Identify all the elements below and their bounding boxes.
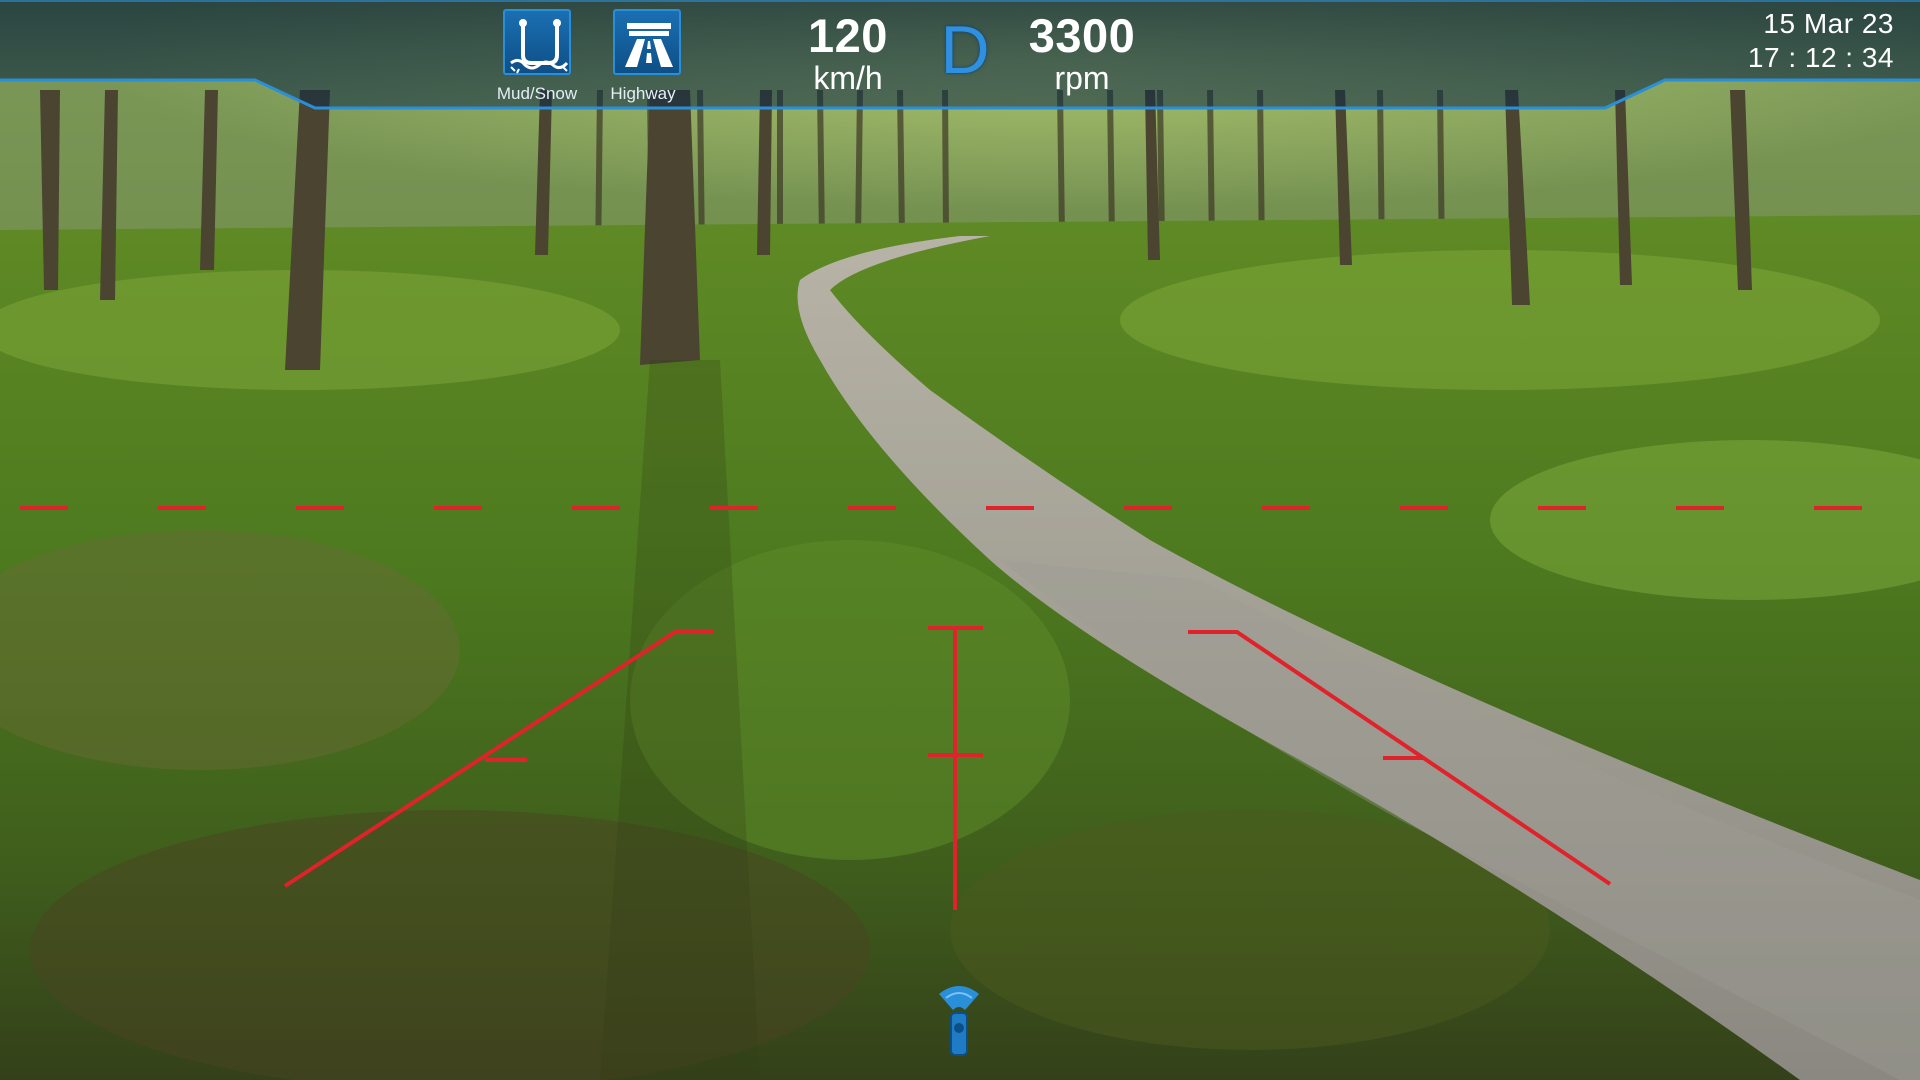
mud-snow-mode-button[interactable] <box>503 9 571 75</box>
highway-icon <box>625 23 673 67</box>
status-hud: Mud/Snow Highway 120 km/h D 3300 rpm 15 … <box>0 0 1920 112</box>
speed-unit: km/h <box>813 60 883 96</box>
highway-mode-button[interactable] <box>613 9 681 75</box>
left-guideline <box>283 630 713 888</box>
rpm-value: 3300 <box>1028 9 1136 62</box>
parking-sensor-icon <box>936 980 982 1058</box>
center-guideline <box>928 626 983 910</box>
rpm-unit: rpm <box>1054 60 1110 96</box>
date-display: 15 Mar 23 <box>1763 8 1894 39</box>
mud-snow-label: Mud/Snow <box>496 84 578 103</box>
rear-camera-screen: Mud/Snow Highway 120 km/h D 3300 rpm 15 … <box>0 0 1920 1080</box>
gear-indicator: D <box>940 12 990 88</box>
speed-value: 120 <box>808 9 888 62</box>
highway-label: Highway <box>610 84 676 103</box>
parking-guidelines <box>0 506 1920 910</box>
mud-snow-icon <box>510 19 569 74</box>
time-display: 17 : 12 : 34 <box>1747 42 1894 73</box>
right-guideline <box>1188 630 1612 886</box>
